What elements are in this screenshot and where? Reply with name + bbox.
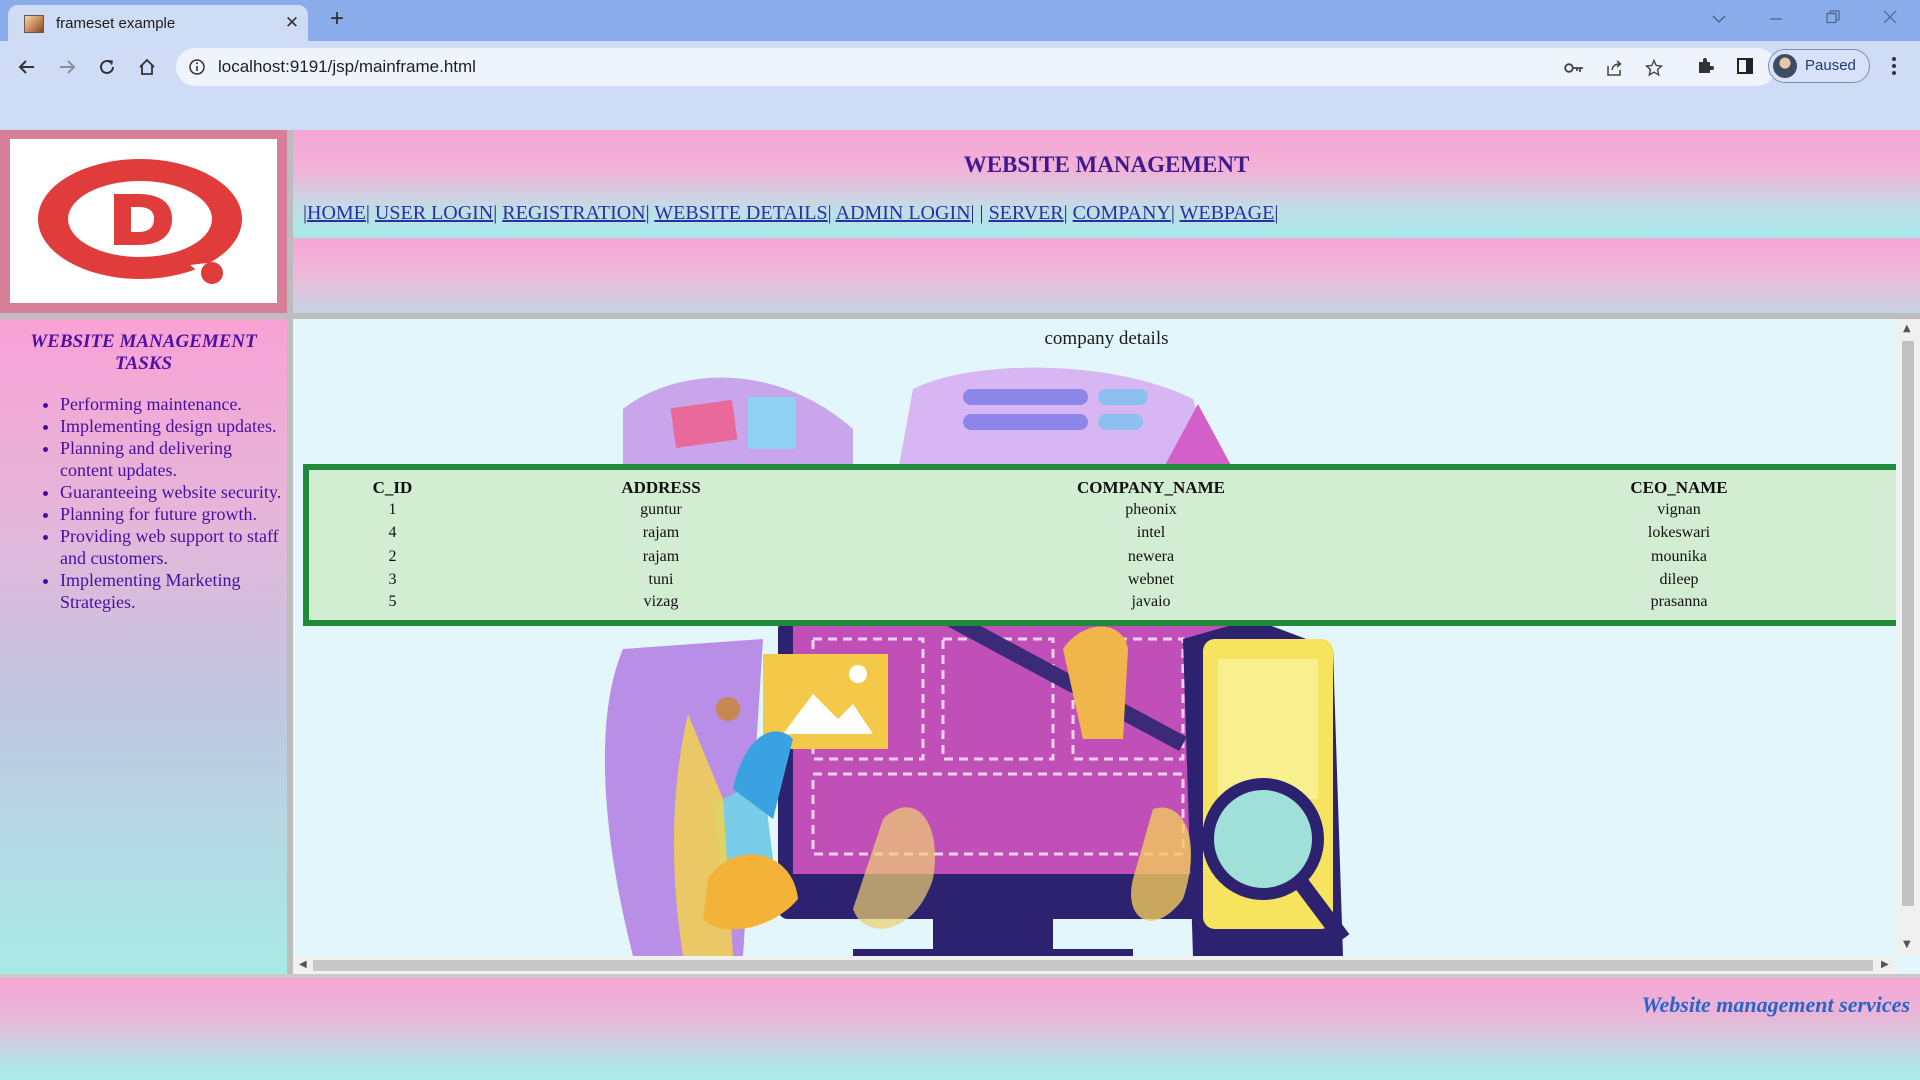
key-icon[interactable] [1563,57,1585,79]
list-item: Performing maintenance. [60,393,282,415]
table-cell: prasanna [1650,593,1708,610]
column-header: CEO_NAME [1630,478,1728,497]
table-cell: tuni [648,571,674,589]
column-header: ADDRESS [621,478,701,497]
table-cell: 5 [388,593,397,610]
vertical-scrollbar[interactable]: ▲ ▼ [1896,319,1920,956]
table-cell: 4 [388,524,397,542]
table-cell: webnet [1127,571,1175,589]
task-list: Performing maintenance. Implementing des… [60,393,282,613]
table-cell: vizag [643,593,679,610]
sidebar-frame: WEBSITE MANAGEMENT TASKS Performing main… [0,319,287,974]
d-logo-icon [38,159,242,284]
forward-icon[interactable] [51,51,83,83]
main-content-frame: company details C_ID ADDRESS COMPANY_NAM… [293,319,1920,974]
scrollbar-thumb[interactable] [313,960,1873,971]
table-row: 2 rajam newera mounika [306,545,1905,569]
company-table: C_ID ADDRESS COMPANY_NAME CEO_NAME 1 gun… [303,464,1908,626]
tab-favicon-icon [24,15,44,33]
nav-website-details-link[interactable]: WEBSITE DETAILS [654,202,827,224]
profile-status: Paused [1805,57,1856,74]
scrollbar-thumb[interactable] [1902,341,1914,906]
site-info-icon[interactable] [188,58,206,81]
table-header-row: C_ID ADDRESS COMPANY_NAME CEO_NAME [306,467,1905,498]
nav-company-link[interactable]: COMPANY [1073,202,1171,224]
footer-marquee-text: Website management services [1641,992,1910,1017]
scroll-down-icon[interactable]: ▼ [1903,939,1911,950]
table-cell: 2 [388,547,397,565]
logo-frame [0,130,287,313]
site-title: WEBSITE MANAGEMENT [963,152,1250,177]
list-item: Implementing design updates. [60,415,282,437]
table-cell: javaio [1131,593,1171,610]
tab-close-icon[interactable]: ✕ [280,11,304,35]
share-icon[interactable] [1603,57,1625,79]
table-cell: 1 [388,500,397,518]
browser-tab-bar: frameset example ✕ + [0,0,1920,41]
tab-title: frameset example [56,15,176,32]
table-cell: rajam [642,547,680,565]
browser-toolbar: localhost:9191/jsp/mainframe.html Paused [0,41,1920,130]
address-bar[interactable]: localhost:9191/jsp/mainframe.html [176,48,1776,86]
table-cell: pheonix [1125,500,1177,518]
profile-button[interactable]: Paused [1768,49,1870,83]
column-header: C_ID [372,478,413,497]
new-tab-button[interactable]: + [325,7,349,32]
footer-frame: Website management services [0,974,1920,1080]
avatar [1773,54,1797,78]
minimize-icon[interactable] [1758,6,1794,34]
nav-home-link[interactable]: HOME [307,202,366,224]
active-tab[interactable]: frameset example ✕ [8,5,308,41]
nav-user-login-link[interactable]: USER LOGIN [375,202,493,224]
frameset-page: WEBSITE MANAGEMENT |HOME| USER LOGIN| RE… [0,130,1920,1080]
header-frame: WEBSITE MANAGEMENT |HOME| USER LOGIN| RE… [293,130,1920,313]
reload-icon[interactable] [91,51,123,83]
home-icon[interactable] [131,51,163,83]
table-cell: vignan [1657,500,1701,518]
table-cell: intel [1136,524,1166,542]
restore-icon[interactable] [1815,6,1851,34]
scroll-right-icon[interactable]: ▶ [1881,959,1889,970]
list-item: Providing web support to staff and custo… [60,525,282,569]
nav-webpage-link[interactable]: WEBPAGE [1180,202,1275,224]
table-cell: 3 [388,571,397,589]
url-text[interactable]: localhost:9191/jsp/mainframe.html [218,57,476,77]
tab-search-icon[interactable] [1701,6,1737,34]
menu-icon[interactable] [1882,53,1906,79]
column-header: COMPANY_NAME [1077,478,1225,497]
table-cell: lokeswari [1647,524,1711,542]
table-cell: rajam [642,524,680,542]
web-design-illustration [604,367,1350,956]
table-row: 5 vizag javaio prasanna [306,592,1905,623]
star-icon[interactable] [1643,57,1665,79]
scroll-up-icon[interactable]: ▲ [1903,323,1911,334]
table-cell: guntur [640,500,682,518]
scroll-left-icon[interactable]: ◀ [299,959,307,970]
table-row: 1 guntur pheonix vignan [306,498,1905,522]
extensions-icon[interactable] [1692,53,1718,79]
nav-registration-link[interactable]: REGISTRATION [502,202,645,224]
page-heading: company details [1044,328,1169,349]
nav-server-link[interactable]: SERVER [989,202,1064,224]
window-close-icon[interactable] [1872,6,1908,34]
list-item: Planning and delivering content updates. [60,437,282,481]
list-item: Guaranteeing website security. [60,481,282,503]
logo [10,139,277,303]
table-row: 3 tuni webnet dileep [306,569,1905,593]
nav-admin-login-link[interactable]: ADMIN LOGIN [836,202,971,224]
list-item: Implementing Marketing Strategies. [60,569,282,613]
list-item: Planning for future growth. [60,503,282,525]
horizontal-scrollbar[interactable]: ◀ ▶ [293,956,1896,974]
back-icon[interactable] [11,51,43,83]
sidebar-title: WEBSITE MANAGEMENT TASKS [30,331,257,374]
table-cell: mounika [1651,547,1707,565]
table-cell: newera [1127,547,1175,565]
table-row: 4 rajam intel lokeswari [306,522,1905,546]
table-cell: dileep [1659,571,1699,589]
side-panel-icon[interactable] [1732,53,1758,79]
nav-menu: |HOME| USER LOGIN| REGISTRATION| WEBSITE… [303,202,1279,224]
